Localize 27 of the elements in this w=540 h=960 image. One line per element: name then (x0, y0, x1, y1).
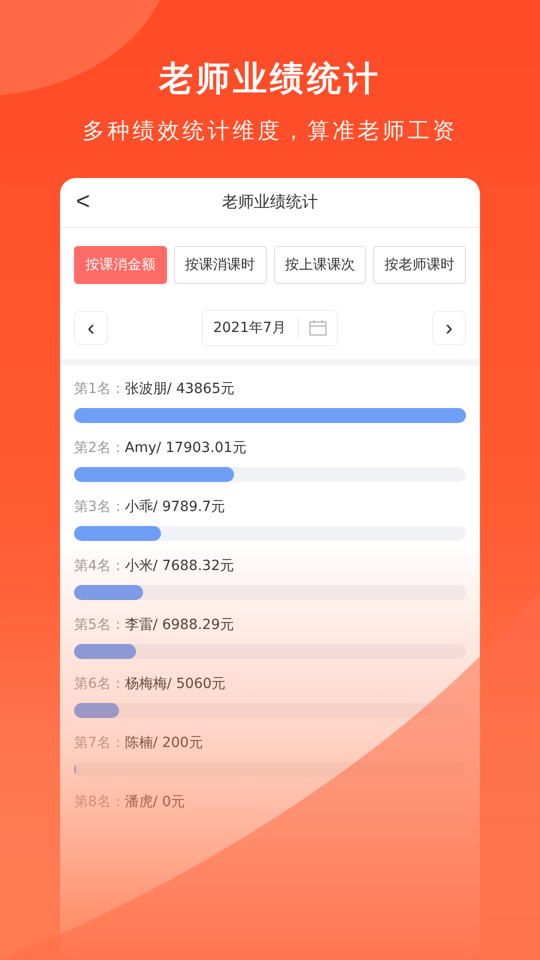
rank-label: 第6名： (74, 675, 125, 693)
teacher-amount: 张波朋/ 43865元 (124, 380, 235, 398)
filter-tab[interactable]: 按课消课时 (174, 246, 266, 284)
rank-label: 第1名： (74, 380, 125, 398)
card-title: 老师业绩统计 (222, 192, 318, 213)
teacher-amount: 小乖/ 9789.7元 (124, 498, 226, 516)
filter-tab[interactable]: 按老师课时 (373, 246, 466, 284)
rank-label: 第3名： (74, 498, 125, 516)
previous-month-button[interactable]: ‹ (74, 311, 108, 345)
month-picker[interactable]: 2021年7月 (202, 310, 338, 346)
rank-label: 第7名： (74, 734, 125, 752)
month-value: 2021年7月 (213, 316, 299, 340)
rank-label: 第4名： (74, 557, 125, 575)
teacher-amount: 杨梅梅/ 5060元 (124, 675, 226, 693)
back-button[interactable]: < (72, 190, 94, 214)
rank-label: 第5名： (74, 616, 125, 634)
next-month-button[interactable]: › (432, 311, 466, 345)
teacher-amount: Amy/ 17903.01元 (124, 439, 246, 457)
teacher-amount: 潘虎/ 0元 (124, 793, 185, 811)
calendar-icon (308, 320, 327, 336)
teacher-amount: 小米/ 7688.32元 (124, 557, 234, 575)
subtitle: 多种绩效统计维度，算准老师工资 (82, 118, 458, 146)
rank-label: 第2名： (74, 439, 125, 457)
teacher-amount: 李雷/ 6988.29元 (124, 616, 234, 634)
headline: 老师业绩统计 (159, 58, 381, 101)
filter-tab[interactable]: 按上课课次 (274, 246, 366, 284)
teacher-amount: 陈楠/ 200元 (124, 734, 203, 752)
